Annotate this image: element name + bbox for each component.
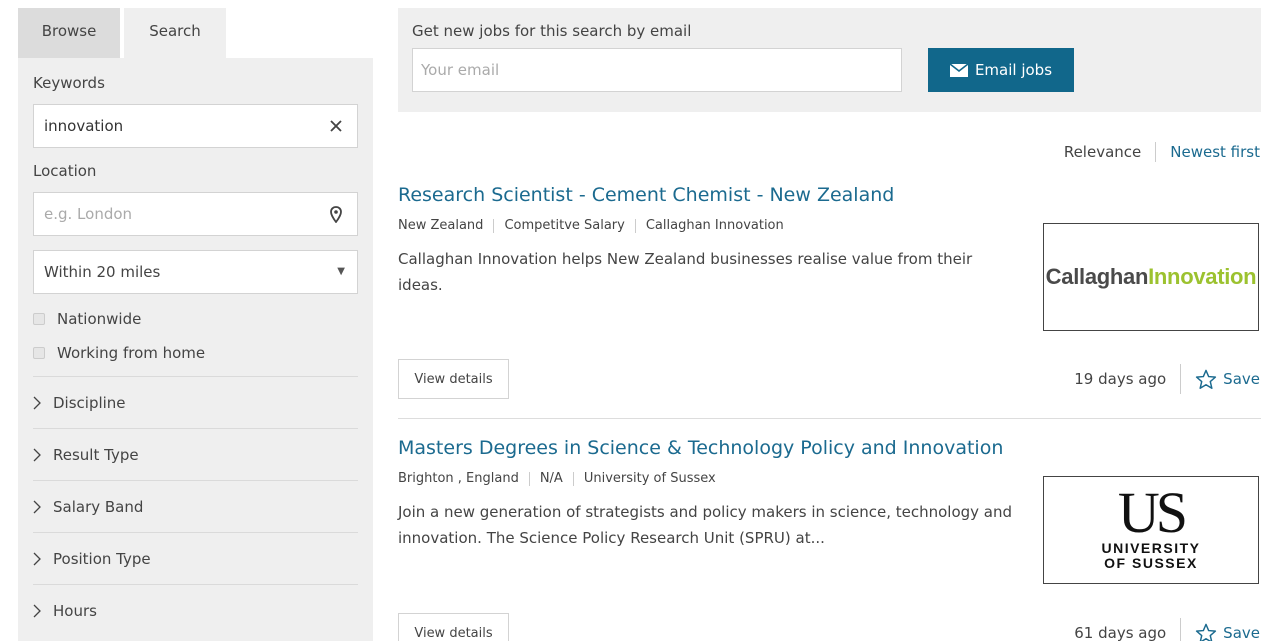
filter-result-type-label: Result Type xyxy=(53,445,139,464)
filter-salary-band-label: Salary Band xyxy=(53,497,144,516)
checkbox-group: Nationwide Working from home xyxy=(33,302,358,370)
sort-options: Relevance Newest first xyxy=(1064,142,1260,162)
save-label: Save xyxy=(1223,370,1260,388)
filter-list: Discipline Result Type Salary Band Posit… xyxy=(33,376,358,636)
working-from-home-label: Working from home xyxy=(57,344,206,362)
job-listing: Research Scientist - Cement Chemist - Ne… xyxy=(398,184,1263,399)
job-alert-box: Get new jobs for this search by email Em… xyxy=(398,8,1261,112)
job-description: Join a new generation of strategists and… xyxy=(398,503,1013,547)
working-from-home-checkbox[interactable] xyxy=(33,347,45,359)
filter-result-type[interactable]: Result Type xyxy=(33,428,358,480)
meta-divider xyxy=(493,218,495,233)
job-footer: 61 days ago Save xyxy=(1074,618,1260,641)
envelope-icon xyxy=(949,63,968,77)
dropdown-caret-icon: ▼ xyxy=(337,266,345,277)
save-job-button[interactable]: Save xyxy=(1195,623,1260,641)
search-sidebar: Browse Search Keywords Location Within 2… xyxy=(18,8,373,641)
callaghan-innovation-logo: CallaghanInnovation xyxy=(1045,264,1257,289)
chevron-right-icon xyxy=(33,552,43,566)
chevron-right-icon xyxy=(33,396,43,410)
job-location: Brighton , England xyxy=(398,471,519,486)
star-outline-icon xyxy=(1196,369,1217,389)
job-location: New Zealand xyxy=(398,218,484,233)
email-input[interactable] xyxy=(413,49,901,91)
footer-divider xyxy=(1180,364,1182,394)
job-footer: 19 days ago Save xyxy=(1074,364,1260,394)
filter-position-type-label: Position Type xyxy=(53,549,151,568)
job-alert-title: Get new jobs for this search by email xyxy=(412,22,692,40)
view-details-button[interactable]: View details xyxy=(398,613,509,641)
filter-hours[interactable]: Hours xyxy=(33,584,358,636)
email-field xyxy=(412,48,902,92)
meta-divider xyxy=(572,471,574,486)
filter-hours-label: Hours xyxy=(53,601,97,620)
save-job-button[interactable]: Save xyxy=(1195,369,1260,390)
university-of-sussex-logo: US UNIVERSITY OF SUSSEX xyxy=(1101,480,1201,571)
clear-icon[interactable] xyxy=(327,116,345,136)
search-panel: Keywords Location Within 20 miles ▼ Nati… xyxy=(18,58,373,641)
job-description: Callaghan Innovation helps New Zealand b… xyxy=(398,250,973,294)
email-jobs-label: Email jobs xyxy=(974,61,1053,79)
keywords-field xyxy=(33,104,358,148)
working-from-home-option[interactable]: Working from home xyxy=(33,336,358,370)
location-pin-icon xyxy=(327,204,345,224)
sidebar-tabs: Browse Search xyxy=(18,8,373,58)
tab-browse[interactable]: Browse xyxy=(18,8,120,58)
chevron-right-icon xyxy=(33,448,43,462)
job-salary: Competitve Salary xyxy=(504,218,625,233)
tab-search[interactable]: Search xyxy=(124,8,226,58)
keywords-label: Keywords xyxy=(33,74,105,92)
email-jobs-button[interactable]: Email jobs xyxy=(928,48,1074,92)
star-outline-icon xyxy=(1196,623,1217,641)
job-posted-age: 19 days ago xyxy=(1074,370,1167,388)
job-listing: Masters Degrees in Science & Technology … xyxy=(398,437,1263,641)
nationwide-label: Nationwide xyxy=(57,310,142,328)
sort-relevance[interactable]: Relevance xyxy=(1064,143,1141,161)
meta-divider xyxy=(634,218,636,233)
filter-position-type[interactable]: Position Type xyxy=(33,532,358,584)
location-input[interactable] xyxy=(34,193,357,235)
filter-discipline-label: Discipline xyxy=(53,393,126,412)
save-label: Save xyxy=(1223,624,1260,641)
job-title-link[interactable]: Research Scientist - Cement Chemist - Ne… xyxy=(398,184,1263,206)
job-employer: Callaghan Innovation xyxy=(645,218,784,233)
job-employer: University of Sussex xyxy=(583,471,716,486)
keywords-input[interactable] xyxy=(34,105,357,147)
nationwide-option[interactable]: Nationwide xyxy=(33,302,358,336)
meta-divider xyxy=(528,471,530,486)
chevron-right-icon xyxy=(33,500,43,514)
radius-select[interactable]: Within 20 miles ▼ xyxy=(33,250,358,294)
view-details-button[interactable]: View details xyxy=(398,359,509,399)
location-field xyxy=(33,192,358,236)
footer-divider xyxy=(1180,618,1182,641)
filter-discipline[interactable]: Discipline xyxy=(33,376,358,428)
job-salary: N/A xyxy=(539,471,563,486)
job-alert-form: Email jobs xyxy=(412,48,1247,92)
filter-salary-band[interactable]: Salary Band xyxy=(33,480,358,532)
sort-newest-first[interactable]: Newest first xyxy=(1170,143,1260,161)
job-title-link[interactable]: Masters Degrees in Science & Technology … xyxy=(398,437,1263,459)
employer-logo[interactable]: CallaghanInnovation xyxy=(1043,223,1259,331)
chevron-right-icon xyxy=(33,604,43,618)
employer-logo[interactable]: US UNIVERSITY OF SUSSEX xyxy=(1043,476,1259,584)
location-label: Location xyxy=(33,162,97,180)
nationwide-checkbox[interactable] xyxy=(33,313,45,325)
radius-select-value: Within 20 miles xyxy=(44,263,161,281)
job-posted-age: 61 days ago xyxy=(1074,624,1167,641)
listing-divider xyxy=(398,418,1261,419)
sort-divider xyxy=(1155,142,1157,162)
